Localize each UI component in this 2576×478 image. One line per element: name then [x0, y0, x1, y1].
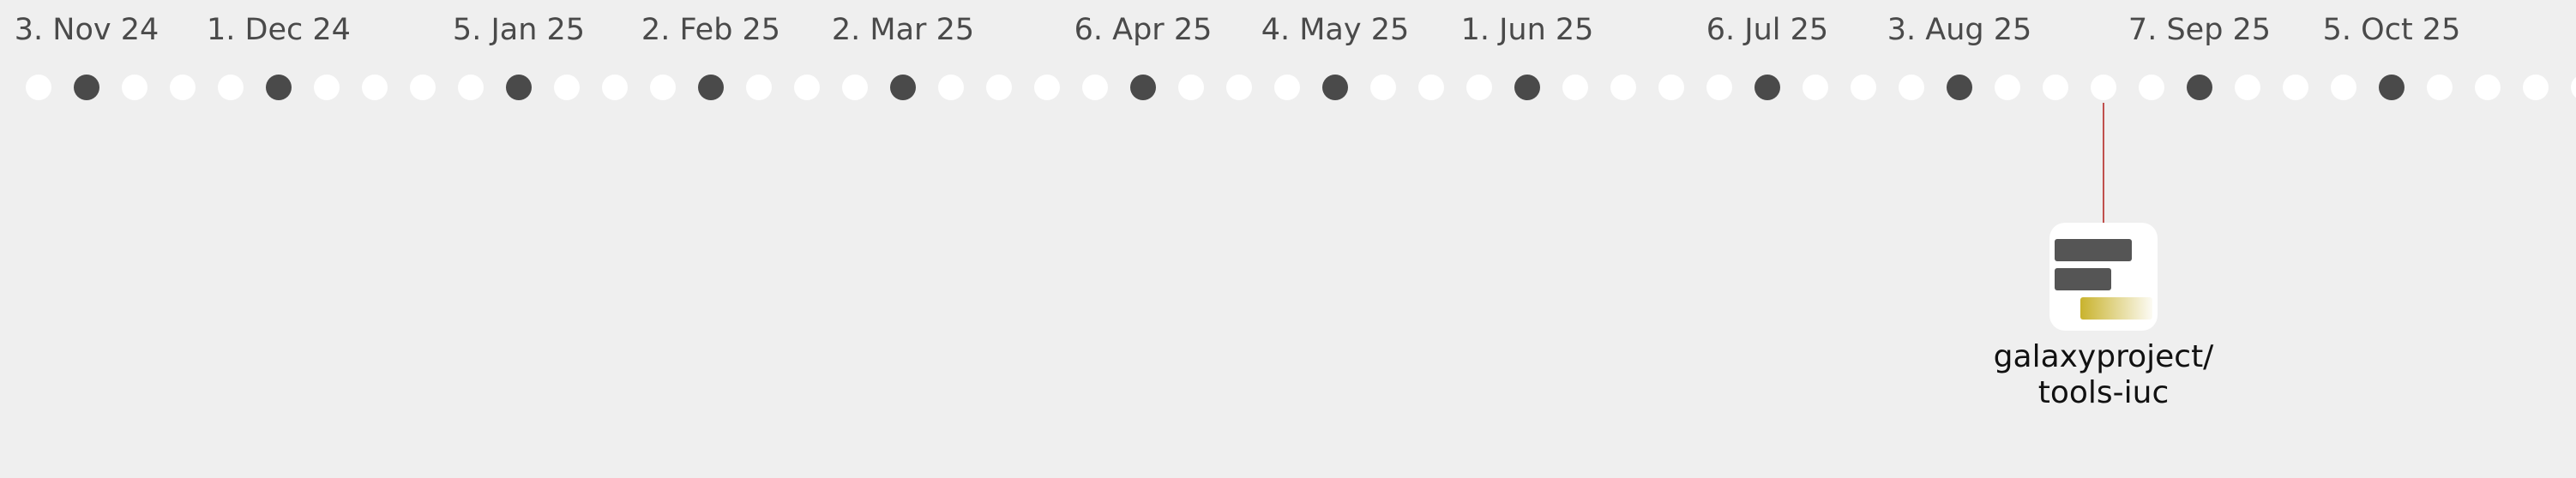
week-dot — [2043, 75, 2068, 100]
week-dot — [1899, 75, 1924, 100]
week-dot — [122, 75, 147, 100]
week-dot — [938, 75, 964, 100]
week-dot — [842, 75, 868, 100]
month-start-dot — [74, 75, 99, 100]
week-dot — [1082, 75, 1108, 100]
week-dot — [602, 75, 628, 100]
month-label: 4. May 25 — [1261, 13, 1410, 47]
month-start-dot — [1322, 75, 1348, 100]
month-start-dot — [1754, 75, 1780, 100]
week-dot — [314, 75, 340, 100]
month-start-dot — [2187, 75, 2212, 100]
month-label: 3. Nov 24 — [15, 13, 159, 47]
week-dot — [458, 75, 484, 100]
timeline-diagram: 3. Nov 24 1. Dec 24 5. Jan 25 2. Feb 25 … — [15, 13, 2576, 410]
repository-icon[interactable] — [2049, 223, 2158, 331]
week-dot — [410, 75, 436, 100]
month-label: 3. Aug 25 — [1887, 13, 2032, 47]
month-label: 6. Apr 25 — [1074, 13, 1213, 47]
week-dot — [2091, 75, 2116, 100]
week-dot — [170, 75, 196, 100]
week-dot — [1995, 75, 2020, 100]
week-dot — [2331, 75, 2356, 100]
week-dot — [986, 75, 1012, 100]
month-start-dot — [266, 75, 292, 100]
month-label: 5. Oct 25 — [2323, 13, 2461, 47]
repository-name-line2[interactable]: tools-iuc — [2038, 375, 2170, 410]
month-label: 6. Jul 25 — [1706, 13, 1828, 47]
week-dot — [2427, 75, 2453, 100]
week-dot — [794, 75, 820, 100]
week-dot — [1658, 75, 1684, 100]
month-label: 2. Feb 25 — [641, 13, 780, 47]
month-start-dot — [2379, 75, 2404, 100]
week-dot — [1466, 75, 1492, 100]
event-dot — [2139, 75, 2164, 100]
week-dot — [1178, 75, 1204, 100]
week-dot — [554, 75, 580, 100]
week-dot — [362, 75, 388, 100]
week-dot — [1226, 75, 1252, 100]
icon-bar-accent — [2080, 297, 2152, 320]
icon-bar-short — [2055, 268, 2111, 290]
month-label: 1. Dec 24 — [207, 13, 351, 47]
week-dot — [2475, 75, 2501, 100]
week-dot — [1034, 75, 1060, 100]
week-dot — [1803, 75, 1828, 100]
week-dot — [1274, 75, 1300, 100]
month-label: 7. Sep 25 — [2128, 13, 2271, 47]
month-start-dot — [506, 75, 532, 100]
week-dot — [746, 75, 772, 100]
repository-name-line1[interactable]: galaxyproject/ — [1994, 339, 2215, 374]
week-dot — [2523, 75, 2549, 100]
week-dot — [2235, 75, 2260, 100]
week-dot — [1610, 75, 1636, 100]
week-dot — [650, 75, 676, 100]
month-label: 2. Mar 25 — [832, 13, 974, 47]
month-start-dot — [1514, 75, 1540, 100]
icon-bar-long — [2055, 239, 2132, 261]
month-start-dot — [890, 75, 916, 100]
month-start-dot — [698, 75, 724, 100]
week-dot — [1370, 75, 1396, 100]
week-dot — [1851, 75, 1876, 100]
month-label: 1. Jun 25 — [1461, 13, 1594, 47]
week-dot — [2571, 77, 2576, 98]
week-dot — [1418, 75, 1444, 100]
week-dot — [1562, 75, 1588, 100]
month-label: 5. Jan 25 — [453, 13, 585, 47]
week-dot — [1706, 75, 1732, 100]
week-dot — [2283, 75, 2308, 100]
week-dot — [218, 75, 244, 100]
month-start-dot — [1947, 75, 1972, 100]
week-dots — [26, 75, 2576, 100]
week-dot — [26, 75, 51, 100]
month-labels: 3. Nov 24 1. Dec 24 5. Jan 25 2. Feb 25 … — [15, 13, 2461, 47]
month-start-dot — [1130, 75, 1156, 100]
